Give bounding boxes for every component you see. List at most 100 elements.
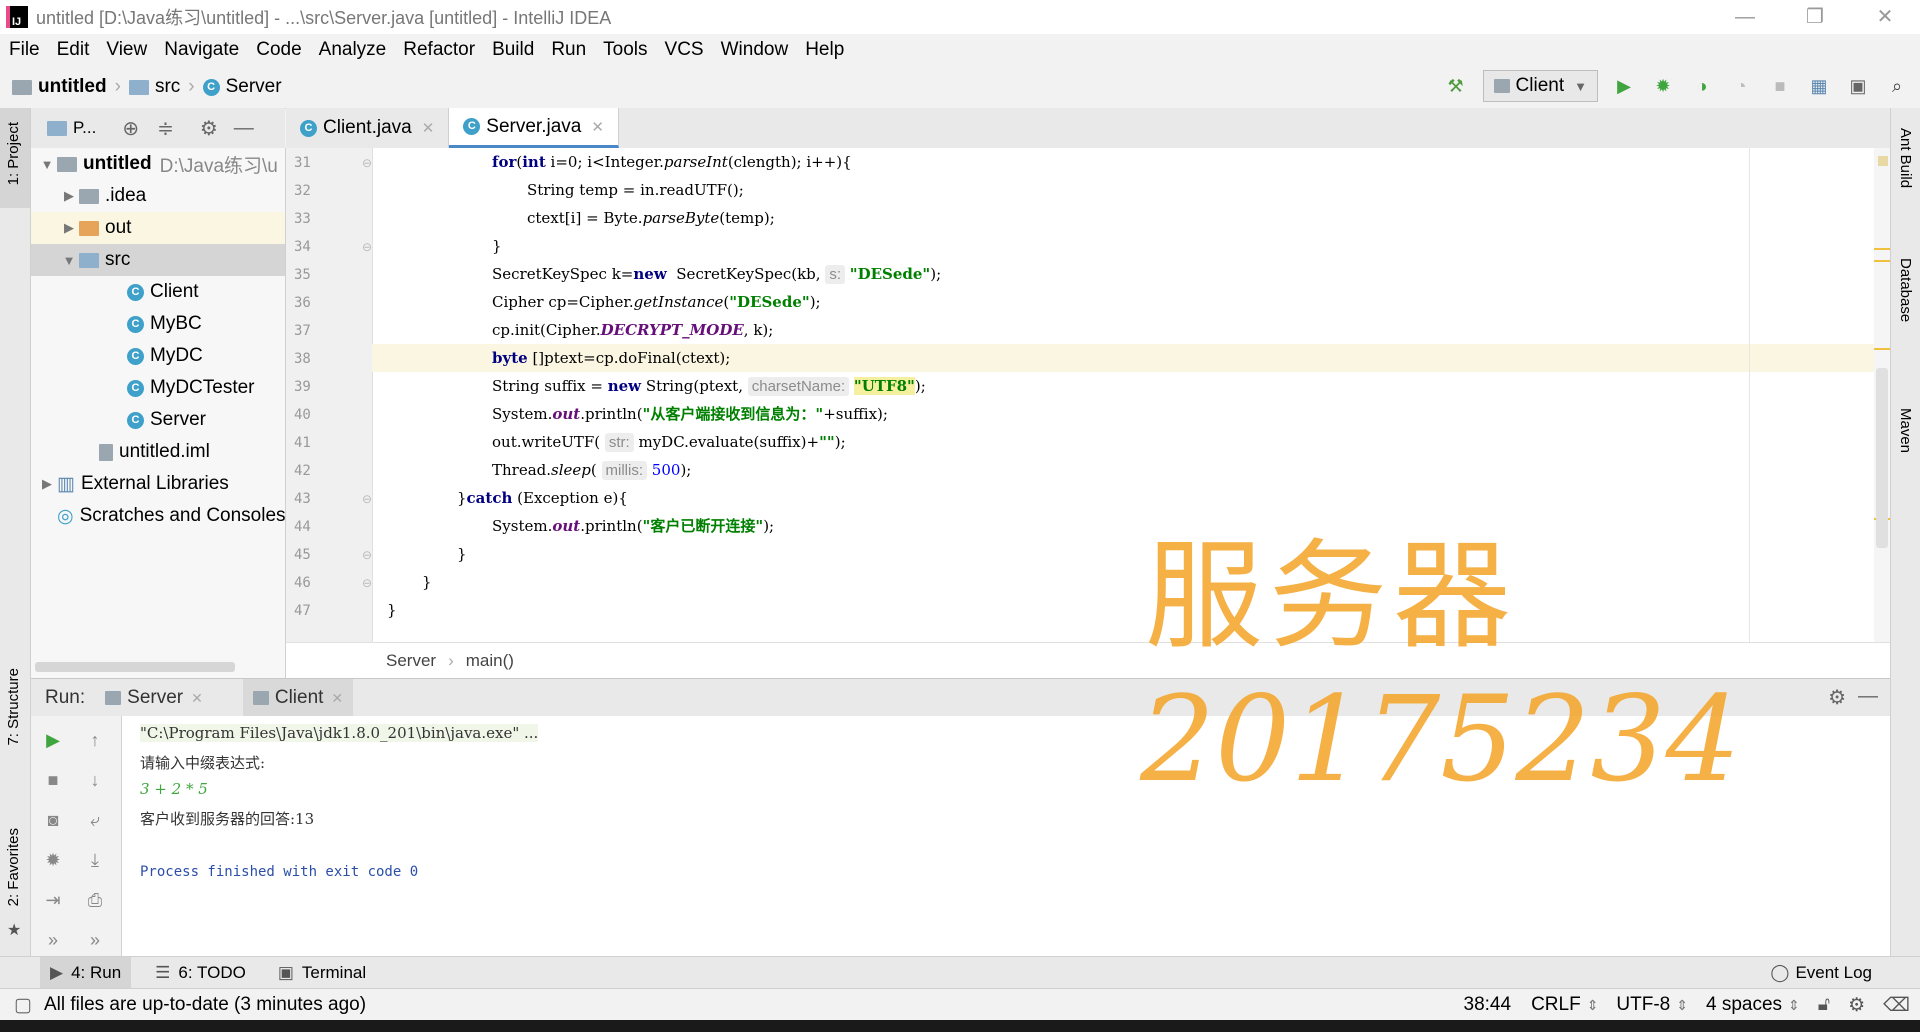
vertical-scrollbar[interactable] [1876, 368, 1888, 548]
bug-icon[interactable]: ✹ [41, 850, 65, 874]
gear-icon[interactable]: ⚙ [200, 116, 218, 141]
crumb-project[interactable]: untitled [38, 76, 107, 98]
menu-run[interactable]: Run [551, 39, 586, 61]
arrow-down-icon[interactable]: ↓ [83, 770, 107, 794]
tree-item[interactable]: untitled.iml [31, 436, 285, 468]
more-icon[interactable]: » [83, 930, 107, 954]
tree-item[interactable]: ▶ .idea [31, 180, 285, 212]
tree-item[interactable]: ▼ src [31, 244, 285, 276]
tree-item[interactable]: C Server [31, 404, 285, 436]
caret-position[interactable]: 38:44 [1464, 994, 1512, 1016]
stop-icon[interactable]: ■ [1767, 73, 1793, 99]
file-encoding[interactable]: UTF-8 [1616, 994, 1670, 1016]
fold-icon[interactable]: ⊖ [362, 492, 372, 506]
code-editor[interactable]: 31 32 33 34 35 36 37 38 39 40 41 42 43 4… [286, 148, 1890, 642]
tree-item[interactable]: C MyBC [31, 308, 285, 340]
warning-marker [1874, 248, 1890, 250]
line-separator[interactable]: CRLF [1531, 994, 1581, 1016]
search-icon[interactable]: ⌕ [1884, 73, 1910, 99]
run-tab-client[interactable]: Client ✕ [242, 679, 354, 717]
breadcrumb-class[interactable]: Server [386, 651, 436, 671]
hide-icon[interactable]: — [234, 117, 254, 140]
camera-icon[interactable]: ◙ [41, 810, 65, 834]
ant-build-tool-label[interactable]: Ant Build [1897, 128, 1914, 188]
minimize-button[interactable]: — [1710, 0, 1780, 34]
trash-icon[interactable]: ⌫ [1883, 994, 1910, 1017]
stop-icon[interactable]: ■ [41, 770, 65, 794]
fold-icon[interactable]: ⊖ [362, 240, 372, 254]
tool-tab-terminal[interactable]: ▣ Terminal [278, 963, 366, 983]
database-tool-label[interactable]: Database [1897, 258, 1914, 322]
gear-icon[interactable]: ⚙ [1828, 685, 1846, 710]
profile-icon[interactable]: ◔ [1728, 73, 1754, 99]
fold-icon[interactable]: ⊖ [362, 548, 372, 562]
tool-tab-run[interactable]: ▶ 4: Run [40, 957, 132, 989]
tool-tab-todo[interactable]: ☰ 6: TODO [155, 963, 246, 983]
fold-icon[interactable]: ⊖ [362, 156, 372, 170]
project-structure-icon[interactable]: ▦ [1806, 73, 1832, 99]
maven-tool-label[interactable]: Maven [1897, 408, 1914, 453]
window-icon[interactable]: ▣ [1845, 73, 1871, 99]
menu-analyze[interactable]: Analyze [319, 39, 387, 61]
breadcrumb-method[interactable]: main() [466, 651, 514, 671]
hammer-build-icon[interactable]: ⚒ [1443, 73, 1469, 99]
close-button[interactable]: ✕ [1850, 0, 1920, 34]
menu-tools[interactable]: Tools [603, 39, 647, 61]
close-icon[interactable]: ✕ [422, 119, 435, 137]
lock-icon[interactable]: 🔓︎ [1818, 994, 1830, 1016]
indent-setting[interactable]: 4 spaces [1706, 994, 1782, 1016]
collapse-all-icon[interactable]: ≑ [157, 116, 174, 141]
menu-edit[interactable]: Edit [57, 39, 90, 61]
close-icon[interactable]: ✕ [591, 118, 604, 136]
run-tab-server[interactable]: Server ✕ [105, 687, 203, 709]
tree-item[interactable]: C MyDC [31, 340, 285, 372]
menu-file[interactable]: File [9, 39, 40, 61]
tree-item[interactable]: ▶ out [31, 212, 285, 244]
menu-refactor[interactable]: Refactor [403, 39, 475, 61]
menu-navigate[interactable]: Navigate [164, 39, 239, 61]
chevron-down-icon: ▼ [1574, 78, 1587, 94]
project-view-selector[interactable]: P... [73, 118, 96, 138]
maximize-button[interactable]: ❐ [1780, 0, 1850, 34]
import-icon[interactable]: ⇥ [41, 890, 65, 914]
project-tool-label[interactable]: 1: Project [5, 122, 22, 185]
toggle-tool-windows-icon[interactable]: ▢ [14, 994, 32, 1017]
run-config-dropdown[interactable]: Client ▼ [1482, 70, 1598, 102]
menu-vcs[interactable]: VCS [665, 39, 704, 61]
structure-tool-label[interactable]: 7: Structure [5, 668, 22, 746]
console-line: 客户收到服务器的回答:13 [140, 810, 315, 828]
arrow-up-icon[interactable]: ↑ [83, 730, 107, 754]
crumb-server[interactable]: Server [226, 76, 282, 98]
tree-item[interactable]: ◎ Scratches and Consoles [31, 500, 285, 532]
fold-icon[interactable]: ⊖ [362, 576, 372, 590]
rerun-icon[interactable]: ▶ [41, 730, 65, 754]
menu-build[interactable]: Build [492, 39, 534, 61]
event-log-button[interactable]: ◯ Event Log [1770, 963, 1872, 983]
print-icon[interactable]: ⎙ [83, 890, 107, 914]
menu-view[interactable]: View [106, 39, 147, 61]
soft-wrap-icon[interactable]: ⤶ [83, 810, 107, 834]
favorites-tool-label[interactable]: 2: Favorites [5, 828, 22, 906]
menu-code[interactable]: Code [256, 39, 301, 61]
debug-icon[interactable]: ✹ [1650, 73, 1676, 99]
hide-icon[interactable]: — [1858, 685, 1878, 708]
tree-item[interactable]: ▼ untitled D:\Java练习\u [31, 148, 285, 180]
close-icon[interactable]: ✕ [191, 690, 203, 707]
run-icon[interactable]: ▶ [1611, 73, 1637, 99]
locate-icon[interactable]: ⊕ [122, 116, 139, 141]
tree-item[interactable]: ▶ ▥ External Libraries [31, 468, 285, 500]
git-icon[interactable]: ⚙ [1848, 994, 1865, 1017]
coverage-icon[interactable]: ◑ [1689, 73, 1715, 99]
tab-client-java[interactable]: C Client.java ✕ [286, 108, 450, 148]
menu-window[interactable]: Window [721, 39, 789, 61]
horizontal-scrollbar[interactable] [35, 662, 235, 672]
close-icon[interactable]: ✕ [331, 690, 343, 707]
crumb-src[interactable]: src [155, 76, 180, 98]
tree-item[interactable]: C Client [31, 276, 285, 308]
scroll-to-end-icon[interactable]: ⤓ [83, 850, 107, 874]
error-stripe[interactable] [1874, 148, 1890, 642]
more-icon[interactable]: » [41, 930, 65, 954]
tree-item[interactable]: C MyDCTester [31, 372, 285, 404]
tab-server-java[interactable]: C Server.java ✕ [449, 108, 619, 148]
menu-help[interactable]: Help [805, 39, 844, 61]
